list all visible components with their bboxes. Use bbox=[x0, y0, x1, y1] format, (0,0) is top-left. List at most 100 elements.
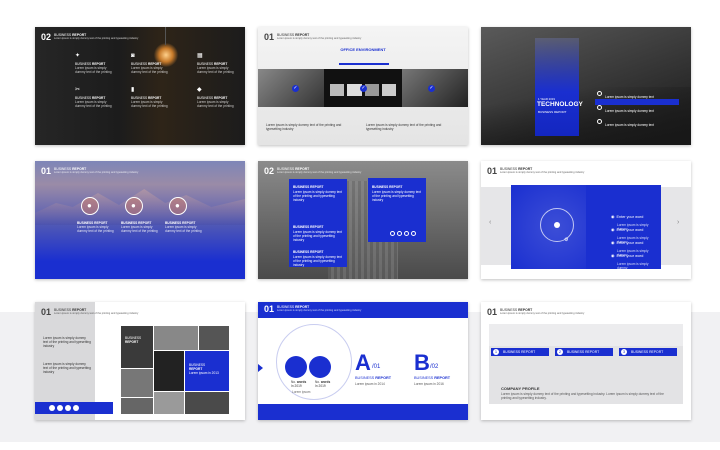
pin-icon: ● bbox=[175, 201, 180, 210]
section-letter-a: A bbox=[355, 350, 371, 375]
company-body: Lorem ipsum is simply dummy text of the … bbox=[501, 392, 664, 400]
stat-caption: Lorem ipsum bbox=[292, 390, 311, 394]
slide-3[interactable]: 1 YEAR 2019 TECHNOLOGY BUSINESS REPORT L… bbox=[481, 27, 691, 145]
feature-item: ▮ BUSINESS REPORT Lorem ipsum is simply du… bbox=[131, 87, 171, 108]
photo-tile bbox=[121, 398, 153, 414]
slide-subtitle: Lorem ipsum is simply dummy text of the … bbox=[54, 171, 139, 174]
stat-circle bbox=[309, 356, 331, 378]
stat-year: In 2019 bbox=[315, 384, 326, 388]
step-tab[interactable]: 1 BUSINESS REPORT bbox=[491, 348, 549, 356]
page-dot[interactable] bbox=[411, 231, 416, 236]
item-text: Lorem ipsum is simply dummy text bbox=[605, 123, 654, 127]
stat-circle bbox=[285, 356, 307, 378]
slide-9[interactable]: 01 BUSINESS REPORT Lorem ipsum is simply… bbox=[481, 302, 691, 420]
circle-icon: ● bbox=[125, 197, 143, 215]
section-subtitle-a: Lorem ipsum in 2014 bbox=[355, 382, 385, 386]
item-body: Lorem ipsum is simply dummy text of the … bbox=[165, 225, 202, 233]
slide-1[interactable]: 02 BUSINESS REPORT Lorem ipsum is simply… bbox=[35, 27, 245, 145]
circle-icon bbox=[73, 405, 79, 411]
photo-tile bbox=[199, 326, 229, 350]
circle-icon: ● bbox=[169, 197, 187, 215]
slide-8[interactable]: 01 BUSINESS REPORT Lorem ipsum is simply… bbox=[258, 302, 468, 420]
check-icon: ✓ bbox=[428, 85, 435, 92]
slide-number: 02 bbox=[264, 166, 275, 176]
chevron-left-icon[interactable]: ‹ bbox=[489, 219, 491, 226]
item-body: Lorem ipsum is simply dummy text of the … bbox=[197, 100, 234, 108]
step-label: BUSINESS REPORT bbox=[503, 350, 536, 354]
box-body: Lorem ipsum is simply dummy text of the … bbox=[293, 255, 342, 267]
feature-item: ✦ BUSINESS REPORT Lorem ipsum is simply du… bbox=[75, 53, 115, 74]
bullet-icon bbox=[597, 119, 602, 125]
box-title: BUSINESS REPORT bbox=[293, 225, 324, 229]
grid-icon: ▦ bbox=[197, 53, 203, 59]
entry-sub: Lorem ipsum is simply dummy bbox=[617, 262, 649, 270]
section-title-a: BUSINESS REPORT bbox=[355, 376, 391, 381]
stat-label: No. words In 2019 bbox=[291, 380, 306, 388]
icon-row bbox=[49, 405, 79, 411]
blue-tile: BUSINESS REPORT Lorem ipsum in 2013 bbox=[185, 351, 229, 391]
page-dot[interactable] bbox=[390, 231, 395, 236]
feature-item: ◆ BUSINESS REPORT Lorem ipsum is simply du… bbox=[197, 87, 237, 108]
page-dot[interactable] bbox=[397, 231, 402, 236]
bullet-icon bbox=[597, 91, 602, 97]
company-heading: COMPANY PROFILE bbox=[501, 386, 540, 391]
slide-2[interactable]: 01 BUSINESS REPORT Lorem ipsum is simply… bbox=[258, 27, 468, 145]
slide-subtitle: Lorem ipsum is simply dummy text of the … bbox=[277, 309, 362, 312]
info-box: BUSINESS REPORT Lorem ipsum is simply du… bbox=[289, 245, 347, 267]
photo-tile bbox=[154, 326, 198, 350]
photo-tile bbox=[154, 351, 184, 391]
photo-left bbox=[258, 69, 324, 107]
camera-icon: ◙ bbox=[131, 53, 135, 59]
check-icon: ✓ bbox=[292, 85, 299, 92]
template-gallery: 02 BUSINESS REPORT Lorem ipsum is simply… bbox=[0, 0, 720, 450]
tag-icon: ◆ bbox=[197, 87, 202, 93]
section-heading: OFFICE ENVIRONMENT bbox=[340, 47, 386, 52]
box-title: BUSINESS REPORT bbox=[372, 185, 403, 189]
slide-number: 01 bbox=[487, 307, 498, 317]
slide-5[interactable]: 02 BUSINESS REPORT Lorem ipsum is simply… bbox=[258, 161, 468, 279]
item-body: Lorem ipsum is simply dummy text of the … bbox=[131, 100, 168, 108]
slide-number: 01 bbox=[41, 166, 52, 176]
item-body: Lorem ipsum is simply dummy text of the … bbox=[77, 225, 114, 233]
panel-subtitle: BUSINESS REPORT bbox=[538, 110, 567, 114]
pin-icon: ● bbox=[131, 201, 136, 210]
check-icon: ✓ bbox=[360, 85, 367, 92]
section-title-b: BUSINESS REPORT bbox=[414, 376, 450, 381]
caption-left: Lorem ipsum is simply dummy text of the … bbox=[266, 123, 342, 131]
slide-header: 01 BUSINESS REPORT Lorem ipsum is simply… bbox=[41, 166, 138, 176]
slide-number: 01 bbox=[264, 304, 275, 314]
slide-subtitle: Lorem ipsum is simply dummy text of the … bbox=[54, 37, 139, 40]
list-item: Lorem ipsum is simply dummy text bbox=[597, 113, 683, 131]
section-number-b: /02 bbox=[430, 364, 439, 370]
box-body: Lorem ipsum is simply dummy text of the … bbox=[293, 190, 342, 202]
circle-icon: ◉ bbox=[611, 253, 615, 258]
slide-header: 01 BUSINESS REPORT Lorem ipsum is simply… bbox=[487, 166, 584, 176]
slide-subtitle: Lorem ipsum is simply dummy text of the … bbox=[277, 37, 362, 40]
slide-subtitle: Lorem ipsum is simply dummy text of the … bbox=[54, 312, 139, 315]
box-body: Lorem ipsum is simply dummy text of the … bbox=[293, 230, 342, 242]
background-image bbox=[35, 27, 245, 145]
feature-item: ▦ BUSINESS REPORT Lorem ipsum is simply du… bbox=[197, 53, 237, 74]
entry-title: Enter your word bbox=[616, 254, 644, 258]
step-tab[interactable]: 2 BUSINESS REPORT bbox=[555, 348, 613, 356]
page-dot[interactable] bbox=[404, 231, 409, 236]
photo-tile bbox=[185, 392, 229, 414]
step-number: 2 bbox=[557, 349, 563, 355]
step-number: 3 bbox=[621, 349, 627, 355]
slide-header: 02 BUSINESS REPORT Lorem ipsum is simply… bbox=[41, 32, 138, 42]
section-subtitle-b: Lorem ipsum in 2016 bbox=[414, 382, 444, 386]
slide-subtitle: Lorem ipsum is simply dummy text of the … bbox=[277, 171, 362, 174]
slide-subtitle: Lorem ipsum is simply dummy text of the … bbox=[500, 171, 585, 174]
ring-center bbox=[554, 222, 560, 228]
slide-7[interactable]: 01 BUSINESS REPORT Lorem ipsum is simply… bbox=[35, 302, 245, 420]
side-text: Lorem ipsum is simply dummy text of the … bbox=[43, 362, 91, 374]
slide-6[interactable]: 01 BUSINESS REPORT Lorem ipsum is simply… bbox=[481, 161, 691, 279]
slide-4[interactable]: 01 BUSINESS REPORT Lorem ipsum is simply… bbox=[35, 161, 245, 279]
pager[interactable] bbox=[390, 231, 416, 236]
idea-icon: ✦ bbox=[75, 53, 81, 59]
slide-header: 02 BUSINESS REPORT Lorem ipsum is simply… bbox=[264, 166, 361, 176]
tile-subtitle: Lorem ipsum in 2013 bbox=[189, 371, 219, 375]
step-tab[interactable]: 3 BUSINESS REPORT bbox=[619, 348, 677, 356]
chevron-right-icon[interactable]: › bbox=[677, 219, 679, 226]
title-prefix: BUSINESS bbox=[355, 376, 376, 380]
